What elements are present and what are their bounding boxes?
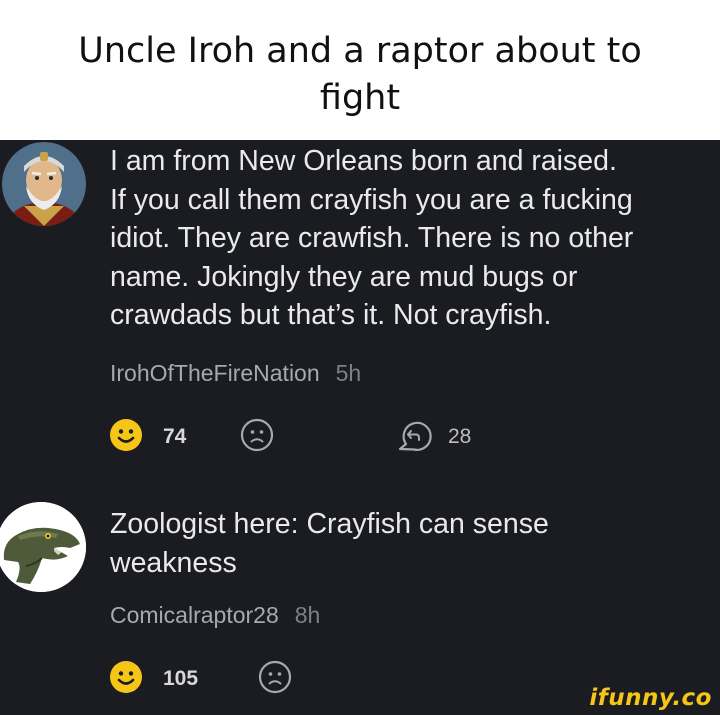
comment-line: idiot. They are crawfish. There is no ot…: [110, 222, 634, 254]
comment-meta: IrohOfTheFireNation 5h: [110, 360, 361, 387]
sad-dislike-icon[interactable]: [258, 660, 292, 694]
comment-line: weakness: [110, 546, 237, 579]
caption-line-1: Uncle Iroh and a raptor about to: [78, 31, 642, 71]
iroh-avatar[interactable]: [2, 142, 86, 226]
like-count: 105: [163, 667, 199, 690]
raptor-avatar-image: [0, 502, 86, 592]
comments-panel: I am from New Orleans born and raised. I…: [0, 140, 720, 715]
comment-line: I am from New Orleans born and raised.: [110, 145, 617, 177]
comment-text: Zoologist here: Crayfish can sense weakn…: [110, 505, 549, 582]
timestamp: 5h: [335, 360, 362, 386]
caption-text: Uncle Iroh and a raptor about to fight: [40, 28, 680, 122]
comment-line: crawdads but that’s it. Not crayfish.: [110, 299, 552, 331]
username[interactable]: Comicalraptor28: [110, 602, 279, 628]
like-count: 74: [163, 425, 187, 448]
comment-line: If you call them crayfish you are a fuck…: [110, 183, 633, 216]
caption-line-2: fight: [319, 78, 401, 118]
reply-icon[interactable]: [396, 418, 432, 454]
ifunny-watermark: ifunny.co: [589, 685, 712, 711]
iroh-avatar-image: [2, 142, 86, 226]
raptor-avatar[interactable]: [0, 502, 86, 592]
smile-like-icon[interactable]: [109, 418, 143, 452]
smile-like-icon[interactable]: [109, 660, 143, 694]
meme-caption: Uncle Iroh and a raptor about to fight: [0, 0, 720, 140]
comment-line: Zoologist here: Crayfish can sense: [110, 508, 549, 540]
timestamp: 8h: [294, 602, 321, 628]
comment-line: name. Jokingly they are mud bugs or: [110, 260, 578, 293]
sad-dislike-icon[interactable]: [240, 418, 274, 452]
username[interactable]: IrohOfTheFireNation: [110, 360, 320, 386]
comment-meta: Comicalraptor28 8h: [110, 602, 320, 629]
reply-count: 28: [448, 425, 472, 448]
comment-text: I am from New Orleans born and raised. I…: [110, 142, 633, 335]
